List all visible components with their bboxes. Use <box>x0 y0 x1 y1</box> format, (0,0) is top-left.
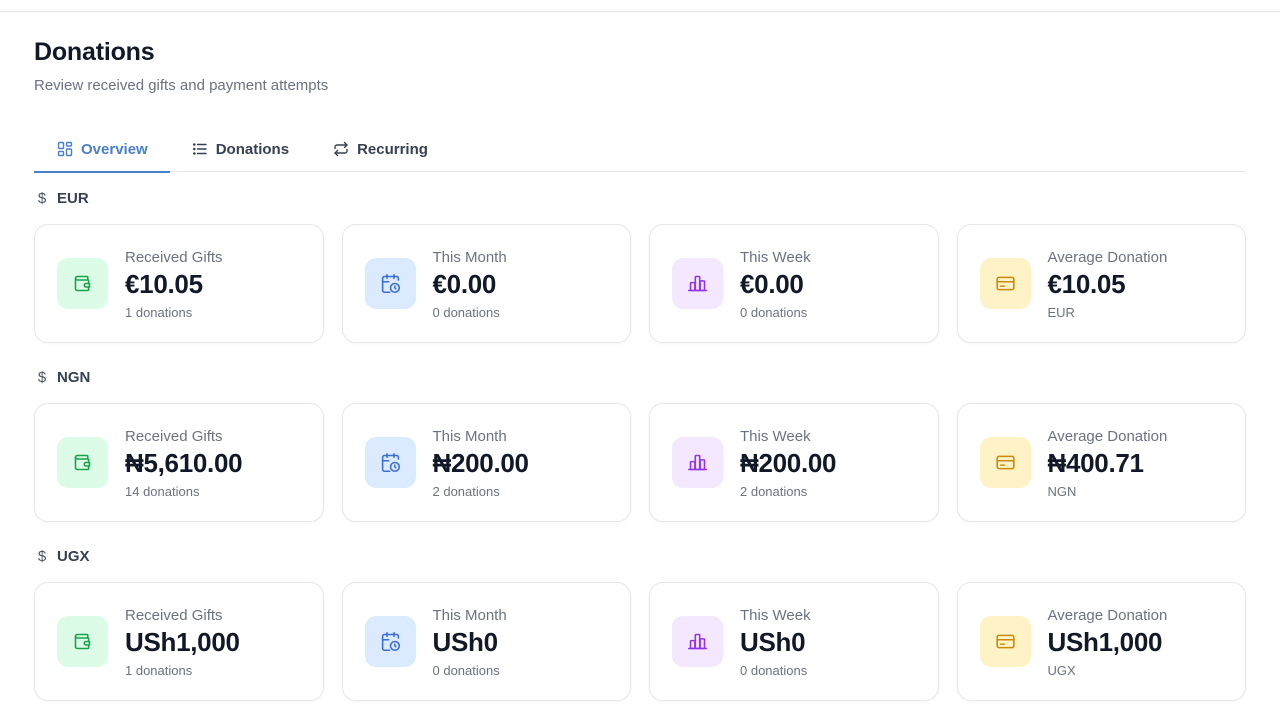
card-label: This Month <box>432 249 507 266</box>
tab-overview[interactable]: Overview <box>34 126 170 173</box>
card-subtext: 2 donations <box>432 484 500 499</box>
stat-card-this-month: This Month USh0 0 donations <box>341 582 631 701</box>
card-label: Average Donation <box>1047 249 1168 266</box>
card-value: USh1,000 <box>1047 627 1163 657</box>
card-value: €0.00 <box>740 269 804 299</box>
calendar-clock-icon <box>364 437 416 488</box>
card-label: Received Gifts <box>125 249 223 266</box>
card-value: €10.05 <box>125 269 203 299</box>
tab-bar: Overview Donations Recurring <box>34 126 1246 173</box>
card-subtext: EUR <box>1047 305 1075 320</box>
card-value: €10.05 <box>1047 269 1126 299</box>
card-subtext: 0 donations <box>740 305 808 320</box>
credit-card-icon <box>979 437 1031 488</box>
bar-chart-icon <box>672 437 723 488</box>
section-currency: EUR <box>57 190 89 207</box>
card-label: This Month <box>432 607 507 624</box>
card-label: This Week <box>740 607 811 624</box>
card-value: ₦400.71 <box>1047 448 1145 478</box>
card-value: USh0 <box>740 627 806 657</box>
stat-card-received-gifts: Received Gifts ₦5,610.00 14 donations <box>34 403 324 522</box>
credit-card-icon <box>979 258 1031 309</box>
page-subtitle: Review received gifts and payment attemp… <box>34 77 329 94</box>
tab-label: Donations <box>215 140 290 158</box>
stat-card-received-gifts: Received Gifts USh1,000 1 donations <box>34 582 324 701</box>
card-value: USh0 <box>432 627 499 657</box>
stat-cards-ugx: Received Gifts USh1,000 1 donations This… <box>34 582 1246 701</box>
tab-label: Overview <box>81 140 148 158</box>
section-label-ngn: $ NGN <box>36 369 91 386</box>
wallet-icon <box>57 616 108 667</box>
card-subtext: NGN <box>1047 484 1077 499</box>
stat-card-this-month: This Month ₦200.00 2 donations <box>341 403 631 522</box>
card-subtext: 0 donations <box>740 663 808 678</box>
card-label: Received Gifts <box>125 428 223 445</box>
stat-card-received-gifts: Received Gifts €10.05 1 donations <box>34 224 324 343</box>
stat-card-this-week: This Week USh0 0 donations <box>649 582 939 701</box>
tab-label: Recurring <box>357 140 428 158</box>
card-subtext: 1 donations <box>125 663 193 678</box>
stat-cards-ngn: Received Gifts ₦5,610.00 14 donations Th… <box>34 403 1246 522</box>
page-title: Donations <box>34 38 155 66</box>
calendar-clock-icon <box>364 616 416 667</box>
stat-card-average-donation: Average Donation ₦400.71 NGN <box>956 403 1246 522</box>
section-currency: UGX <box>57 548 90 565</box>
stat-card-average-donation: Average Donation €10.05 EUR <box>956 224 1246 343</box>
card-value: USh1,000 <box>125 627 240 657</box>
stat-card-average-donation: Average Donation USh1,000 UGX <box>956 582 1246 701</box>
card-subtext: 14 donations <box>125 484 200 499</box>
wallet-icon <box>57 437 108 488</box>
card-value: ₦200.00 <box>740 448 837 478</box>
card-subtext: 2 donations <box>740 484 808 499</box>
section-label-ugx: $ UGX <box>36 548 90 565</box>
card-subtext: 0 donations <box>432 305 500 320</box>
list-icon <box>192 143 207 155</box>
card-label: Average Donation <box>1047 428 1168 445</box>
card-value: ₦200.00 <box>432 448 530 478</box>
dollar-icon: $ <box>37 548 47 565</box>
bar-chart-icon <box>672 616 723 667</box>
bar-chart-icon <box>672 258 723 309</box>
wallet-icon <box>57 258 108 309</box>
card-label: Received Gifts <box>125 607 223 624</box>
stat-card-this-week: This Week €0.00 0 donations <box>649 224 939 343</box>
stat-card-this-month: This Month €0.00 0 donations <box>341 224 631 343</box>
tab-recurring[interactable]: Recurring <box>311 126 450 172</box>
stat-card-this-week: This Week ₦200.00 2 donations <box>649 403 939 522</box>
dollar-icon: $ <box>37 190 47 207</box>
card-value: €0.00 <box>432 269 497 299</box>
credit-card-icon <box>979 616 1031 667</box>
section-label-eur: $ EUR <box>36 190 89 207</box>
section-currency: NGN <box>57 369 91 386</box>
card-label: This Week <box>740 249 811 266</box>
tab-donations[interactable]: Donations <box>170 126 311 172</box>
card-value: ₦5,610.00 <box>125 448 243 478</box>
stat-cards-eur: Received Gifts €10.05 1 donations This M… <box>34 224 1246 343</box>
dollar-icon: $ <box>37 369 47 386</box>
card-label: This Month <box>432 428 507 445</box>
card-subtext: UGX <box>1047 663 1076 678</box>
calendar-clock-icon <box>364 258 416 309</box>
card-label: Average Donation <box>1047 607 1168 624</box>
repeat-icon <box>334 141 348 157</box>
grid-icon <box>57 141 73 157</box>
top-bar-divider <box>0 0 1280 12</box>
card-subtext: 0 donations <box>432 663 500 678</box>
card-subtext: 1 donations <box>125 305 193 320</box>
card-label: This Week <box>740 428 811 445</box>
